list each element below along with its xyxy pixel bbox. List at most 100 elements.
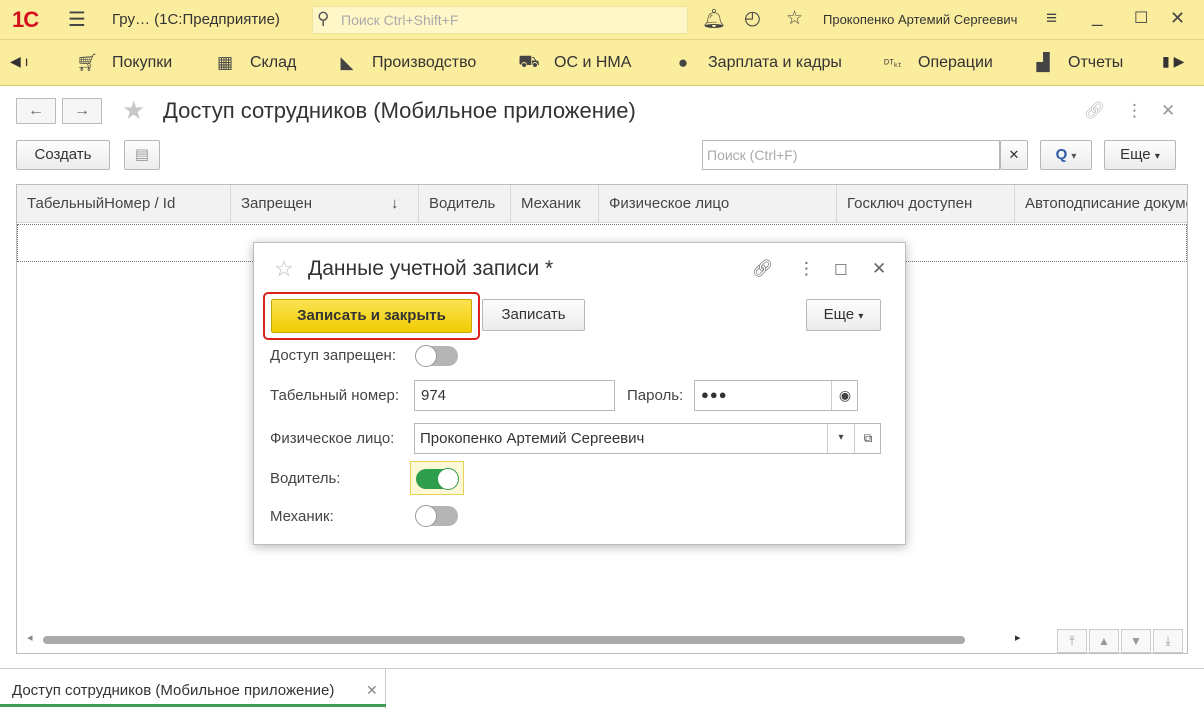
password-input[interactable]: ●●● ◉ — [694, 380, 858, 411]
section-label: Склад — [250, 54, 297, 71]
maximize-icon[interactable]: ☐ — [1134, 8, 1148, 28]
open-icon[interactable]: ⧉ — [854, 424, 881, 453]
dialog-more-button[interactable]: Еще ▾ — [806, 299, 881, 331]
app-title: Гру… (1С:Предприятие) — [112, 11, 280, 28]
close-icon[interactable]: ✕ — [872, 259, 886, 279]
form-header: ← → ★ Доступ сотрудников (Мобильное прил… — [16, 94, 1188, 130]
global-search-placeholder: Поиск Ctrl+Shift+F — [341, 12, 459, 28]
page-down-button[interactable]: ▼ — [1121, 629, 1151, 653]
column-header-auto-sign[interactable]: Автоподписание документов — [1015, 185, 1187, 222]
history-icon[interactable]: ◴ — [744, 7, 761, 30]
person-input[interactable]: Прокопенко Артемий Сергеевич ▾ ⧉ — [414, 423, 881, 454]
tab-number-label: Табельный номер: — [270, 387, 400, 404]
user-name[interactable]: Прокопенко Артемий Сергеевич — [823, 12, 1017, 27]
column-header-tab-number[interactable]: ТабельныйНомер / Id — [17, 185, 231, 222]
favorite-star-icon[interactable]: ★ — [122, 95, 145, 126]
favorites-star-icon[interactable]: ☆ — [786, 7, 803, 30]
section-label: Операции — [918, 54, 993, 71]
table-header: ТабельныйНомер / Id Запрещен ↓ Водитель … — [17, 185, 1187, 223]
copy-document-button[interactable]: ▤ — [124, 140, 160, 170]
bar-chart-icon: ▟ — [1036, 53, 1050, 72]
create-button[interactable]: Создать — [16, 140, 110, 170]
dialog-title: Данные учетной записи * — [308, 257, 554, 280]
document-icon: ▤ — [134, 146, 150, 163]
window-tab[interactable]: Доступ сотрудников (Мобильное приложение… — [0, 669, 386, 709]
settings-menu-icon[interactable]: ≡ — [1046, 8, 1057, 30]
sections-scroll-left-icon[interactable]: ◀ ı — [10, 53, 29, 70]
section-payroll[interactable]: ● Зарплата и кадры — [672, 52, 842, 74]
access-denied-toggle[interactable] — [415, 345, 458, 367]
save-and-close-button[interactable]: Записать и закрыть — [271, 299, 472, 333]
save-button[interactable]: Записать — [482, 299, 585, 331]
person-value: Прокопенко Артемий Сергеевич — [420, 430, 645, 447]
column-header-driver[interactable]: Водитель — [419, 185, 511, 222]
chevron-down-icon: ▾ — [1154, 151, 1160, 162]
global-search-input[interactable]: ⚲ Поиск Ctrl+Shift+F — [312, 6, 688, 34]
list-search-input[interactable]: Поиск (Ctrl+F) — [702, 140, 1000, 170]
maximize-icon[interactable]: ☐ — [834, 261, 847, 279]
mechanic-toggle[interactable] — [415, 505, 458, 527]
mechanic-label: Механик: — [270, 508, 334, 525]
link-icon[interactable]: 🔗︎ — [752, 259, 774, 279]
factory-icon: ◣ — [340, 53, 354, 72]
chevron-down-icon: ▾ — [858, 311, 864, 322]
section-reports[interactable]: ▟ Отчеты — [1032, 52, 1123, 74]
page-title: Доступ сотрудников (Мобильное приложение… — [163, 98, 636, 123]
column-header-denied[interactable]: Запрещен ↓ — [231, 185, 419, 222]
sort-arrow-icon: ↓ — [391, 195, 399, 212]
column-header-gos-key[interactable]: Госключ доступен — [837, 185, 1015, 222]
close-form-icon[interactable]: ✕ — [1161, 101, 1175, 121]
dt-kt-icon: ᴰᵀₖₜ — [884, 57, 902, 70]
favorite-star-icon[interactable]: ☆ — [274, 256, 294, 282]
bell-icon[interactable]: 🔔︎ — [702, 7, 726, 31]
person-icon: ● — [677, 53, 689, 72]
driver-label: Водитель: — [270, 470, 341, 487]
driver-toggle[interactable] — [416, 468, 459, 490]
column-header-mechanic[interactable]: Механик — [511, 185, 599, 222]
link-icon[interactable]: 🔗︎ — [1084, 101, 1106, 121]
scroll-right-icon[interactable]: ▸ — [1015, 631, 1021, 644]
more-vertical-icon[interactable]: ⋮ — [798, 259, 815, 279]
back-button[interactable]: ← — [16, 98, 56, 124]
horizontal-scrollbar[interactable] — [43, 636, 965, 644]
last-page-button[interactable]: ⤓ — [1153, 629, 1183, 653]
warehouse-icon: ▦ — [216, 53, 234, 72]
more-button[interactable]: Еще ▾ — [1104, 140, 1176, 170]
first-page-button[interactable]: ⤒ — [1057, 629, 1087, 653]
column-header-label: Запрещен — [241, 195, 313, 212]
section-fixed-assets[interactable]: ⛟ ОС и НМА — [518, 52, 631, 74]
open-windows-bar: Доступ сотрудников (Мобильное приложение… — [0, 668, 1204, 709]
sections-panel: ◀ ı 🛒︎ Покупки ▦ Склад ◣ Производство ⛟ … — [0, 40, 1204, 86]
more-label: Еще — [823, 306, 855, 323]
scroll-left-icon[interactable]: ◂ — [27, 631, 33, 644]
section-production[interactable]: ◣ Производство — [336, 52, 476, 74]
minimize-icon[interactable]: _ — [1092, 6, 1103, 28]
close-tab-icon[interactable]: ✕ — [366, 682, 378, 699]
tab-number-input[interactable]: 974 — [414, 380, 615, 411]
page-up-button[interactable]: ▲ — [1089, 629, 1119, 653]
search-icon: ⚲ — [317, 9, 330, 28]
search-icon: Q — [1055, 146, 1068, 163]
title-bar: 1С ☰ Гру… (1С:Предприятие) ⚲ Поиск Ctrl+… — [0, 0, 1204, 40]
search-options-button[interactable]: Q ▾ — [1040, 140, 1092, 170]
section-label: ОС и НМА — [554, 54, 632, 71]
tab-number-value: 974 — [421, 387, 447, 404]
more-sections-icon[interactable]: ▮ ▶ — [1162, 53, 1184, 70]
section-purchases[interactable]: 🛒︎ Покупки — [76, 52, 172, 74]
dropdown-icon[interactable]: ▾ — [827, 424, 854, 453]
clear-search-button[interactable]: ✕ — [1000, 140, 1028, 170]
close-icon[interactable]: ✕ — [1170, 8, 1185, 29]
more-vertical-icon[interactable]: ⋮ — [1126, 101, 1143, 121]
column-header-person[interactable]: Физическое лицо — [599, 185, 837, 222]
person-label: Физическое лицо: — [270, 430, 395, 447]
forward-button[interactable]: → — [62, 98, 102, 124]
list-search-placeholder: Поиск (Ctrl+F) — [707, 147, 798, 163]
menu-icon[interactable]: ☰ — [68, 7, 86, 32]
section-warehouse[interactable]: ▦ Склад — [214, 52, 296, 74]
window-tab-label: Доступ сотрудников (Мобильное приложение… — [12, 682, 335, 699]
eye-icon[interactable]: ◉ — [831, 381, 858, 410]
more-label: Еще — [1120, 146, 1151, 163]
section-operations[interactable]: ᴰᵀₖₜ Операции — [882, 52, 993, 74]
account-dialog: ☆ Данные учетной записи * 🔗︎ ⋮ ☐ ✕ Запис… — [253, 242, 906, 545]
cart-icon: 🛒︎ — [76, 53, 98, 72]
